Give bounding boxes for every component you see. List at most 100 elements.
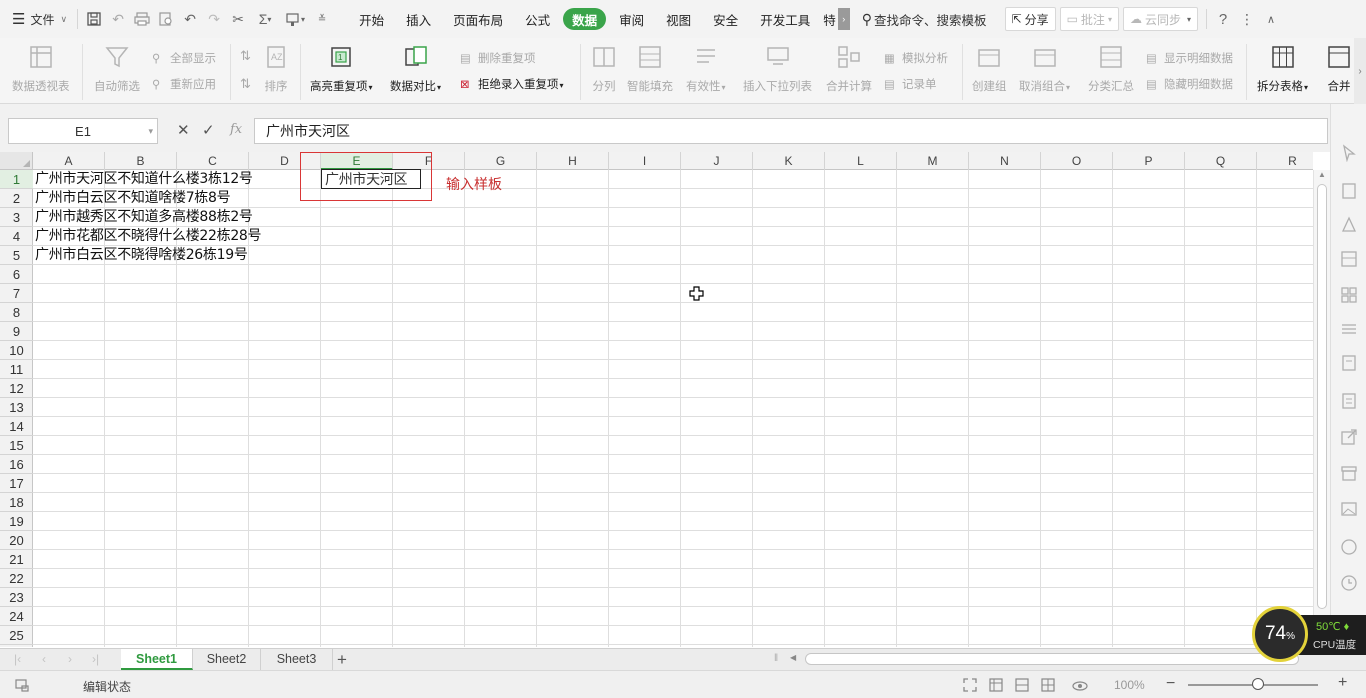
row-header-1[interactable]: 1 [0, 170, 33, 189]
highlight-duplicates-button[interactable]: 1 高亮重复项▾ [310, 44, 373, 94]
first-sheet-icon[interactable]: |‹ [14, 652, 21, 666]
subtotal-button[interactable]: 分类汇总 [1088, 44, 1134, 94]
zoom-level[interactable]: 100% [1114, 678, 1145, 692]
zoom-slider-handle[interactable] [1252, 678, 1264, 690]
insert-dropdown-button[interactable]: 插入下拉列表 [743, 44, 812, 94]
ungroup-button[interactable]: 取消组合▾ [1019, 44, 1070, 94]
row-header-16[interactable]: 16 [0, 455, 33, 474]
page-break-view-icon[interactable] [1040, 677, 1056, 693]
smart-fill-button[interactable]: 智能填充 [627, 44, 673, 94]
cancel-edit-icon[interactable]: ✕ [177, 121, 190, 139]
macro-record-icon[interactable] [14, 677, 30, 693]
customize-toolbar-icon[interactable]: ≚ [310, 7, 334, 31]
tab-insert[interactable]: 插入 [397, 8, 440, 30]
cell-a3[interactable]: 广州市越秀区不知道多高楼88栋2号 [35, 208, 253, 227]
prev-sheet-icon[interactable]: ‹ [42, 652, 46, 666]
fullscreen-icon[interactable] [962, 677, 978, 693]
row-header-6[interactable]: 6 [0, 265, 33, 284]
zoom-out-icon[interactable]: − [1166, 675, 1175, 693]
insert-function-icon[interactable]: fx [230, 122, 242, 137]
scroll-up-icon[interactable]: ▲ [1318, 170, 1326, 179]
tab-developer[interactable]: 开发工具 [751, 8, 819, 30]
tab-data[interactable]: 数据 [563, 8, 607, 30]
print-preview-icon[interactable] [154, 7, 178, 31]
column-header-n[interactable]: N [969, 152, 1041, 170]
tab-security[interactable]: 安全 [704, 8, 747, 30]
spreadsheet-grid[interactable]: ABCDEFGHIJKLMNOPQR 1 2 3 4 5 6 7 8 9 10 11 12 13 14 15… [0, 152, 1313, 647]
validity-button[interactable]: 有效性▾ [686, 44, 726, 94]
row-header-22[interactable]: 22 [0, 569, 33, 588]
tab-home[interactable]: 开始 [350, 8, 393, 30]
column-header-b[interactable]: B [105, 152, 177, 170]
row-header-11[interactable]: 11 [0, 360, 33, 379]
help-icon[interactable]: ? [1211, 7, 1235, 31]
row-header-3[interactable]: 3 [0, 208, 33, 227]
column-header-d[interactable]: D [249, 152, 321, 170]
sum-icon[interactable]: Σ ▾ [250, 7, 280, 31]
pivot-table-button[interactable]: 数据透视表 [12, 44, 70, 94]
row-header-25[interactable]: 25 [0, 626, 33, 645]
row-header-21[interactable]: 21 [0, 550, 33, 569]
show-detail-button[interactable]: ▤ 显示明细数据 [1146, 50, 1233, 66]
sort-button[interactable]: AZ 排序 [263, 44, 289, 94]
column-header-e[interactable]: E [321, 152, 393, 170]
undo-icon[interactable]: ↶ [178, 7, 202, 31]
scroll-left-icon[interactable]: ◀ [790, 653, 796, 662]
shape-icon[interactable] [1340, 216, 1358, 234]
eye-protection-icon[interactable] [1072, 677, 1088, 693]
cut-icon[interactable]: ✂ [226, 7, 250, 31]
column-header-r[interactable]: R [1257, 152, 1313, 170]
next-sheet-icon[interactable]: › [68, 652, 72, 666]
template-icon[interactable] [1340, 286, 1358, 304]
horizontal-scrollbar[interactable] [805, 653, 1299, 665]
backup-icon[interactable] [1340, 354, 1358, 372]
redo-icon[interactable]: ↷ [202, 7, 226, 31]
vertical-scroll-thumb[interactable] [1317, 184, 1327, 609]
more-options-icon[interactable]: ⋮ [1235, 7, 1259, 31]
cell-editor[interactable]: 广州市天河区 [321, 169, 421, 189]
add-sheet-icon[interactable]: + [337, 650, 347, 670]
row-header-15[interactable]: 15 [0, 436, 33, 455]
tab-review[interactable]: 审阅 [610, 8, 653, 30]
ribbon-scroll-right-icon[interactable]: › [1354, 38, 1366, 104]
cpu-monitor-widget[interactable]: 74% 50℃ ♦ CPU温度 [1252, 606, 1366, 662]
row-header-8[interactable]: 8 [0, 303, 33, 322]
column-header-f[interactable]: F [393, 152, 465, 170]
row-header-2[interactable]: 2 [0, 189, 33, 208]
share-button[interactable]: ⇱ 分享 [1004, 7, 1056, 31]
column-header-j[interactable]: J [681, 152, 753, 170]
collapse-ribbon-icon[interactable]: ∧ [1259, 7, 1283, 31]
column-header-g[interactable]: G [465, 152, 537, 170]
last-sheet-icon[interactable]: ›| [92, 652, 99, 666]
tab-splitter-handle[interactable]: ‖ [774, 653, 778, 664]
tab-formulas[interactable]: 公式 [516, 8, 559, 30]
sheet-tab-1[interactable]: Sheet1 [121, 649, 193, 670]
sheet-tab-3[interactable]: Sheet3 [261, 649, 333, 670]
tab-page-layout[interactable]: 页面布局 [444, 8, 512, 30]
cell-a1[interactable]: 广州市天河区不知道什么楼3栋12号 [35, 170, 253, 189]
row-header-13[interactable]: 13 [0, 398, 33, 417]
column-header-h[interactable]: H [537, 152, 609, 170]
column-header-q[interactable]: Q [1185, 152, 1257, 170]
row-header-23[interactable]: 23 [0, 588, 33, 607]
confirm-edit-icon[interactable]: ✓ [202, 121, 215, 139]
style-icon[interactable] [1340, 182, 1358, 200]
format-painter-icon[interactable]: ▾ [280, 7, 310, 31]
row-header-12[interactable]: 12 [0, 379, 33, 398]
column-header-p[interactable]: P [1113, 152, 1185, 170]
file-menu[interactable]: ☰ 文件 ∨ [0, 0, 73, 38]
row-header-9[interactable]: 9 [0, 322, 33, 341]
cell-area[interactable]: 广州市天河区不知道什么楼3栋12号 广州市白云区不知道啥楼7栋8号 广州市越秀区… [33, 170, 1313, 647]
cell-a5[interactable]: 广州市白云区不晓得啥楼26栋19号 [35, 246, 248, 265]
create-group-button[interactable]: 创建组 [972, 44, 1007, 94]
column-header-a[interactable]: A [33, 152, 105, 170]
archive-icon[interactable] [1340, 464, 1358, 482]
cell-a2[interactable]: 广州市白云区不知道啥楼7栋8号 [35, 189, 231, 208]
record-sheet-button[interactable]: ▤ 记录单 [884, 76, 937, 92]
command-search[interactable]: ⚲ 查找命令、搜索模板 [858, 0, 991, 38]
hide-detail-button[interactable]: ▤ 隐藏明细数据 [1146, 76, 1233, 92]
column-header-m[interactable]: M [897, 152, 969, 170]
select-all-corner[interactable] [0, 152, 33, 170]
comment-button[interactable]: ▭ 批注 ▾ [1059, 7, 1119, 31]
row-header-17[interactable]: 17 [0, 474, 33, 493]
